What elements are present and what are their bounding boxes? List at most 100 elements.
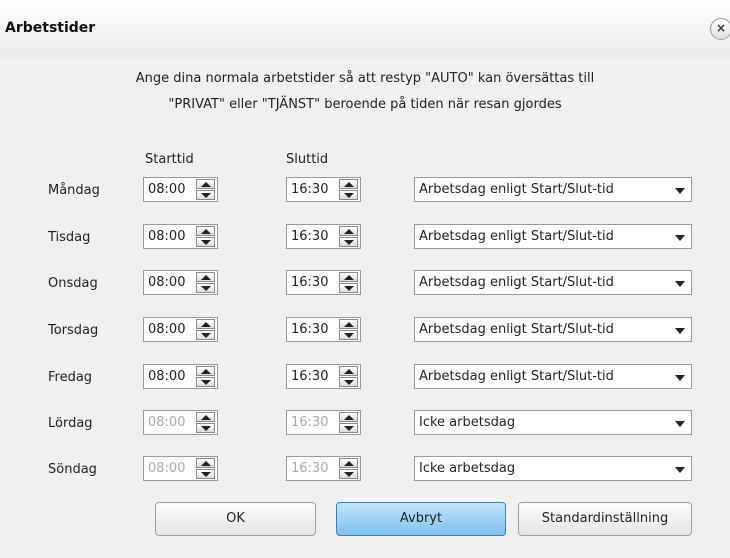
spin-up-button[interactable] <box>196 319 215 329</box>
end-time-value: 16:30 <box>291 322 329 337</box>
day-type-select-onsdag[interactable]: Arbetsdag enligt Start/Slut-tid <box>414 270 692 295</box>
day-type-select-lördag[interactable]: Icke arbetsdag <box>414 410 692 435</box>
arrow-down-icon <box>201 286 211 291</box>
arrow-up-icon <box>344 369 354 374</box>
spin-down-button[interactable] <box>196 190 215 200</box>
intro-line-2: "PRIVAT" eller "TJÄNST" beroende på tide… <box>168 97 562 112</box>
day-type-value: Arbetsdag enligt Start/Slut-tid <box>419 369 614 384</box>
day-type-select-tisdag[interactable]: Arbetsdag enligt Start/Slut-tid <box>414 224 692 249</box>
start-time-value: 08:00 <box>148 182 186 197</box>
chevron-down-icon[interactable] <box>675 281 685 287</box>
start-time-spinner-lördag[interactable]: 08:00 <box>143 410 218 435</box>
chevron-down-icon[interactable] <box>675 421 685 427</box>
spin-up-button[interactable] <box>196 458 215 468</box>
cancel-button[interactable]: Avbryt <box>336 502 506 536</box>
day-label: Fredag <box>48 370 93 385</box>
spin-up-button[interactable] <box>196 179 215 189</box>
dialog-body: Ange dina normala arbetstider så att res… <box>0 38 730 558</box>
end-time-spinner-fredag[interactable]: 16:30 <box>286 364 361 389</box>
spin-up-button[interactable] <box>339 366 358 376</box>
chevron-down-icon[interactable] <box>675 375 685 381</box>
chevron-down-icon[interactable] <box>675 235 685 241</box>
chevron-down-icon[interactable] <box>675 328 685 334</box>
arrow-down-icon <box>344 286 354 291</box>
end-time-value: 16:30 <box>291 229 329 244</box>
start-time-spinner-måndag[interactable]: 08:00 <box>143 177 218 202</box>
spin-up-button[interactable] <box>196 366 215 376</box>
arrow-up-icon <box>344 182 354 187</box>
end-time-spinner-torsdag[interactable]: 16:30 <box>286 317 361 342</box>
spinner-buttons <box>196 458 215 479</box>
spin-up-button[interactable] <box>339 319 358 329</box>
spinner-buttons <box>196 226 215 247</box>
start-time-spinner-söndag[interactable]: 08:00 <box>143 456 218 481</box>
spin-up-button[interactable] <box>196 272 215 282</box>
spin-down-button[interactable] <box>339 283 358 293</box>
ok-button[interactable]: OK <box>155 502 316 536</box>
spinner-buttons <box>339 366 358 387</box>
spin-down-button[interactable] <box>339 377 358 387</box>
spin-down-button[interactable] <box>196 330 215 340</box>
day-row-måndag: Måndag 08:00 16:30 Arbetsdag enligt Star… <box>0 175 730 207</box>
start-time-spinner-onsdag[interactable]: 08:00 <box>143 270 218 295</box>
start-time-spinner-torsdag[interactable]: 08:00 <box>143 317 218 342</box>
arrow-down-icon <box>201 240 211 245</box>
spin-down-button[interactable] <box>196 469 215 479</box>
arrow-up-icon <box>344 275 354 280</box>
dialog-title: Arbetstider <box>5 20 96 36</box>
spin-down-button[interactable] <box>196 423 215 433</box>
arrow-down-icon <box>344 193 354 198</box>
day-type-value: Arbetsdag enligt Start/Slut-tid <box>419 275 614 290</box>
day-type-select-fredag[interactable]: Arbetsdag enligt Start/Slut-tid <box>414 364 692 389</box>
end-time-spinner-söndag[interactable]: 16:30 <box>286 456 361 481</box>
end-time-spinner-tisdag[interactable]: 16:30 <box>286 224 361 249</box>
spinner-buttons <box>196 272 215 293</box>
spin-down-button[interactable] <box>339 190 358 200</box>
arrow-up-icon <box>201 415 211 420</box>
spin-up-button[interactable] <box>339 179 358 189</box>
arrow-up-icon <box>201 182 211 187</box>
chevron-down-icon[interactable] <box>675 188 685 194</box>
arrow-down-icon <box>201 472 211 477</box>
start-time-spinner-fredag[interactable]: 08:00 <box>143 364 218 389</box>
spin-down-button[interactable] <box>196 237 215 247</box>
spin-up-button[interactable] <box>339 226 358 236</box>
spin-up-button[interactable] <box>339 272 358 282</box>
day-type-select-torsdag[interactable]: Arbetsdag enligt Start/Slut-tid <box>414 317 692 342</box>
work-hours-dialog: Arbetstider × Ange dina normala arbetsti… <box>0 0 730 558</box>
chevron-down-icon[interactable] <box>675 467 685 473</box>
end-time-spinner-onsdag[interactable]: 16:30 <box>286 270 361 295</box>
day-type-select-söndag[interactable]: Icke arbetsdag <box>414 456 692 481</box>
spin-up-button[interactable] <box>196 412 215 422</box>
spinner-buttons <box>196 319 215 340</box>
close-icon[interactable]: × <box>710 18 730 40</box>
spin-down-button[interactable] <box>196 283 215 293</box>
arrow-down-icon <box>344 426 354 431</box>
day-row-fredag: Fredag 08:00 16:30 Arbetsdag enligt Star… <box>0 362 730 394</box>
spin-down-button[interactable] <box>339 330 358 340</box>
defaults-button[interactable]: Standardinställning <box>518 502 692 536</box>
start-time-value: 08:00 <box>148 229 186 244</box>
spin-down-button[interactable] <box>339 469 358 479</box>
spin-up-button[interactable] <box>339 458 358 468</box>
spin-down-button[interactable] <box>339 423 358 433</box>
spin-down-button[interactable] <box>196 377 215 387</box>
start-time-spinner-tisdag[interactable]: 08:00 <box>143 224 218 249</box>
arrow-down-icon <box>201 193 211 198</box>
end-time-value: 16:30 <box>291 461 329 476</box>
spin-up-button[interactable] <box>339 412 358 422</box>
end-time-spinner-lördag[interactable]: 16:30 <box>286 410 361 435</box>
end-time-value: 16:30 <box>291 275 329 290</box>
column-header-start: Starttid <box>145 152 194 167</box>
end-time-spinner-måndag[interactable]: 16:30 <box>286 177 361 202</box>
spinner-buttons <box>339 179 358 200</box>
spin-up-button[interactable] <box>196 226 215 236</box>
day-type-select-måndag[interactable]: Arbetsdag enligt Start/Slut-tid <box>414 177 692 202</box>
spin-down-button[interactable] <box>339 237 358 247</box>
arrow-up-icon <box>201 461 211 466</box>
arrow-up-icon <box>201 229 211 234</box>
arrow-down-icon <box>201 333 211 338</box>
start-time-value: 08:00 <box>148 415 186 430</box>
day-type-value: Arbetsdag enligt Start/Slut-tid <box>419 322 614 337</box>
spinner-buttons <box>339 458 358 479</box>
